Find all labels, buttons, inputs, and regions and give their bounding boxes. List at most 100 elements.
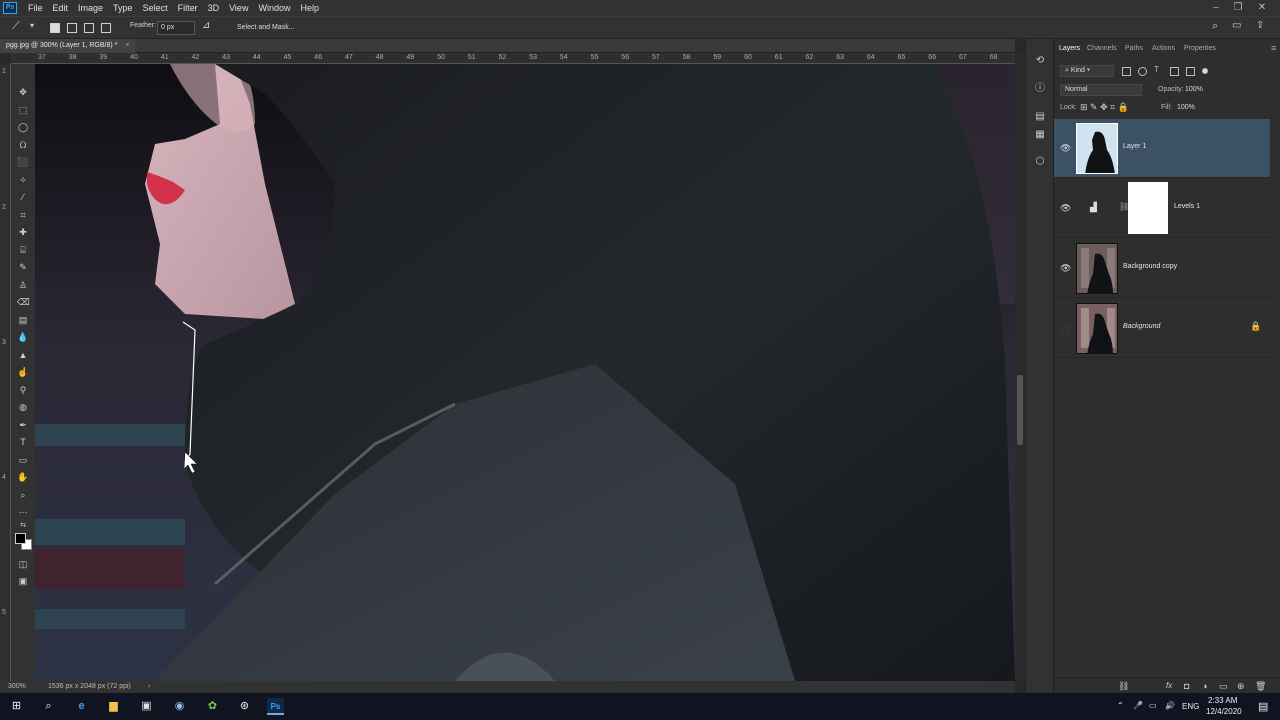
anti-alias-icon[interactable]: ⊿ bbox=[202, 20, 210, 31]
search-icon[interactable]: ⌕ bbox=[40, 698, 57, 715]
microphone-icon[interactable]: 🎤 bbox=[1133, 701, 1143, 710]
add-mask-icon[interactable]: ◘ bbox=[1184, 681, 1189, 691]
zoom-tool-icon[interactable]: ⌕ bbox=[17, 489, 29, 501]
menu-filter[interactable]: 3D bbox=[203, 0, 225, 16]
workspace-icon[interactable]: ▭ bbox=[1232, 20, 1241, 31]
menu-layer[interactable]: Type bbox=[108, 0, 138, 16]
elliptical-marquee-icon[interactable]: ◯ bbox=[17, 121, 29, 133]
smart-object-filter-icon[interactable] bbox=[1186, 67, 1195, 76]
photoshop-icon[interactable]: Ps bbox=[267, 698, 284, 715]
intersect-selection-icon[interactable] bbox=[101, 23, 111, 33]
subtract-from-selection-icon[interactable] bbox=[84, 23, 94, 33]
explorer-icon[interactable]: ▆ bbox=[105, 698, 122, 715]
layer-row[interactable]: 👁 Layer 1 bbox=[1054, 119, 1270, 178]
language-indicator[interactable]: ENG bbox=[1182, 702, 1199, 711]
minimize-icon[interactable]: – bbox=[1206, 0, 1226, 16]
new-selection-icon[interactable] bbox=[50, 23, 60, 33]
layer-mask-thumbnail[interactable] bbox=[1128, 182, 1168, 234]
document-tab[interactable]: pgg.jpg @ 300% (Layer 1, RGB/8) * × bbox=[0, 39, 136, 53]
eraser-tool-icon[interactable]: ⌫ bbox=[17, 296, 30, 308]
shape-tool-icon[interactable]: ▭ bbox=[17, 454, 29, 466]
photoshop-logo-icon[interactable]: Ps bbox=[3, 2, 17, 14]
zoom-level[interactable]: 300% bbox=[8, 683, 26, 690]
windows-start-icon[interactable]: ⊞ bbox=[8, 698, 25, 715]
store-icon[interactable]: ▣ bbox=[138, 698, 155, 715]
layer-row[interactable]: 👁 Background copy bbox=[1054, 239, 1270, 298]
visibility-eye-hidden-icon[interactable]: ▢ bbox=[1060, 323, 1070, 333]
layer-name[interactable]: Levels 1 bbox=[1174, 203, 1200, 210]
restore-icon[interactable]: ❐ bbox=[1228, 0, 1248, 16]
document-canvas[interactable] bbox=[35, 64, 1015, 681]
share-icon[interactable]: ⇪ bbox=[1256, 20, 1264, 31]
visibility-eye-icon[interactable]: 👁 bbox=[1060, 203, 1071, 213]
filter-kind-dropdown[interactable]: ⌕ Kind ▾ bbox=[1060, 65, 1114, 77]
marquee-tool-icon[interactable]: ⬚ bbox=[17, 104, 29, 116]
fx-icon[interactable]: fx bbox=[1166, 681, 1172, 690]
type-filter-icon[interactable]: T bbox=[1154, 65, 1163, 74]
lock-icon[interactable]: 🔒 bbox=[1250, 321, 1261, 332]
libraries-icon[interactable]: ▦ bbox=[1034, 129, 1046, 141]
tab-actions[interactable]: Actions bbox=[1152, 45, 1175, 52]
gradient-tool-icon[interactable]: ▤ bbox=[17, 314, 29, 326]
opacity-value[interactable]: 100% bbox=[1185, 86, 1203, 93]
adjustment-layer-icon[interactable]: ◑ bbox=[1202, 681, 1207, 691]
screen-mode-icon[interactable]: ▣ bbox=[17, 575, 29, 587]
chevron-down-icon[interactable]: ▾ bbox=[30, 21, 34, 30]
menu-view[interactable]: Window bbox=[253, 0, 295, 16]
clock-date[interactable]: 12/4/2020 bbox=[1206, 707, 1242, 716]
search-icon[interactable]: ⌕ bbox=[1212, 20, 1218, 33]
shape-filter-icon[interactable] bbox=[1170, 67, 1179, 76]
camera-icon[interactable]: ◉ bbox=[171, 698, 188, 715]
quick-mask-icon[interactable]: ◫ bbox=[17, 558, 29, 570]
tab-paths[interactable]: Paths bbox=[1125, 45, 1143, 52]
properties-icon[interactable]: ▤ bbox=[1034, 111, 1046, 123]
smudge-tool-icon[interactable]: ☝ bbox=[17, 366, 29, 378]
adjustment-filter-icon[interactable] bbox=[1138, 67, 1147, 76]
sharpen-tool-icon[interactable]: ▲ bbox=[17, 349, 29, 361]
menu-image[interactable]: Image bbox=[73, 0, 108, 16]
close-icon[interactable]: ✕ bbox=[1252, 0, 1272, 16]
scroll-thumb[interactable] bbox=[1017, 375, 1023, 445]
menu-edit[interactable]: Edit bbox=[48, 0, 74, 16]
swap-colors-icon[interactable]: ⇆ bbox=[17, 520, 29, 532]
clock-time[interactable]: 2:33 AM bbox=[1208, 696, 1237, 705]
dodge-tool-icon[interactable]: ⚲ bbox=[17, 384, 29, 396]
polygonal-lasso-tool-icon[interactable]: ⟋ bbox=[12, 20, 20, 33]
tab-channels[interactable]: Channels bbox=[1087, 45, 1117, 52]
add-to-selection-icon[interactable] bbox=[67, 23, 77, 33]
layer-row[interactable]: 👁 ▟ ⛓ Levels 1 bbox=[1054, 179, 1270, 238]
sponge-tool-icon[interactable]: ◍ bbox=[17, 401, 29, 413]
magic-wand-icon[interactable]: ✧ bbox=[17, 174, 29, 186]
notifications-icon[interactable]: ▤ bbox=[1258, 700, 1268, 713]
ruler-horizontal[interactable]: 37 38 39 40 41 42 43 44 45 46 47 48 49 50 51 52 53 54 55 56… bbox=[11, 53, 1015, 64]
menu-window[interactable]: Help bbox=[295, 0, 324, 16]
healing-brush-icon[interactable]: ✚ bbox=[17, 226, 29, 238]
crop-tool-icon[interactable]: ⌗ bbox=[17, 209, 29, 221]
pixel-filter-icon[interactable] bbox=[1122, 67, 1131, 76]
feather-input[interactable]: 0 px bbox=[157, 21, 195, 35]
network-icon[interactable]: ▭ bbox=[1149, 701, 1157, 710]
layer-name[interactable]: Background bbox=[1123, 323, 1160, 330]
status-arrow-icon[interactable]: › bbox=[148, 683, 150, 690]
ruler-vertical[interactable]: 1 2 3 4 5 bbox=[0, 64, 11, 681]
tab-layers[interactable]: Layers bbox=[1059, 45, 1080, 52]
layer-row[interactable]: ▢ Background 🔒 bbox=[1054, 299, 1270, 358]
clone-stamp-icon[interactable]: ♙ bbox=[17, 279, 29, 291]
tray-expand-icon[interactable]: ⌃ bbox=[1117, 701, 1124, 710]
fill-value[interactable]: 100% bbox=[1177, 104, 1195, 111]
edge-icon[interactable]: e bbox=[73, 698, 90, 715]
move-tool-icon[interactable]: ✥ bbox=[17, 86, 29, 98]
filter-toggle-icon[interactable] bbox=[1202, 68, 1208, 74]
hand-tool-icon[interactable]: ✋ bbox=[17, 471, 29, 483]
more-tools-icon[interactable]: ⋯ bbox=[17, 506, 29, 518]
menu-select[interactable]: Filter bbox=[173, 0, 203, 16]
lock-pixels-icon[interactable]: ⊞ ✎ ✥ ⌗ 🔒 bbox=[1080, 102, 1129, 113]
menu-3d[interactable]: View bbox=[224, 0, 253, 16]
android-icon[interactable]: ✿ bbox=[204, 698, 221, 715]
layer-name[interactable]: Background copy bbox=[1123, 263, 1177, 270]
pen-tool-icon[interactable]: ✒ bbox=[17, 419, 29, 431]
panel-menu-icon[interactable]: ≡ bbox=[1271, 43, 1276, 53]
visibility-eye-icon[interactable]: 👁 bbox=[1060, 263, 1071, 273]
select-and-mask-button[interactable]: Select and Mask... bbox=[232, 21, 300, 35]
info-icon[interactable]: ⓘ bbox=[1034, 83, 1046, 95]
